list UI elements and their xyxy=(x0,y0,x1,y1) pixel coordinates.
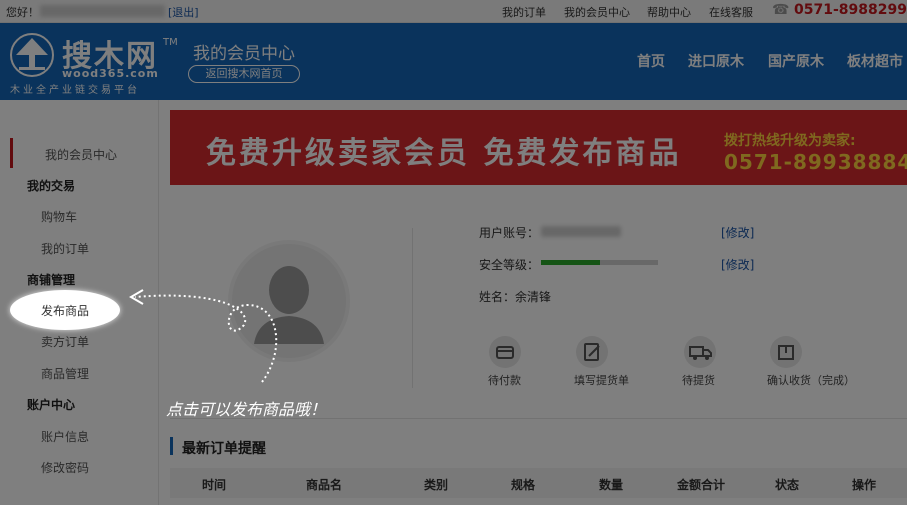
guide-hint-text: 点击可以发布商品哦！ xyxy=(166,400,327,419)
guide-arrow-icon xyxy=(129,289,278,383)
